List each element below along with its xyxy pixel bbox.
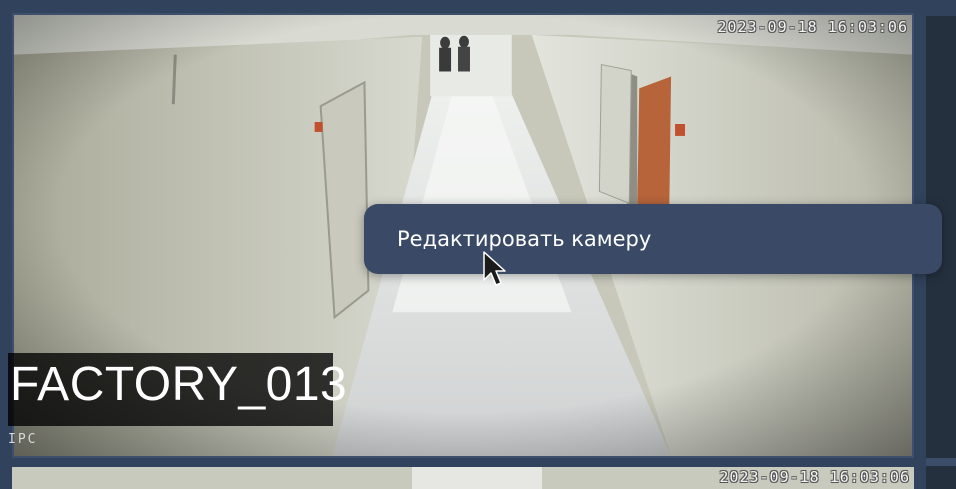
camera-name: FACTORY_013 [10, 358, 348, 411]
context-menu: Редактировать камеру [364, 204, 942, 274]
grid-divider [926, 458, 956, 466]
edit-camera-menu-item[interactable]: Редактировать камеру [364, 204, 942, 274]
camera-type: IPC [8, 432, 38, 447]
mouse-cursor-icon [483, 251, 506, 286]
camera-timestamp: 2023-09-18 16:03:06 [717, 18, 908, 36]
camera-tile-next[interactable]: 2023-09-18 16:03:06 [12, 467, 914, 489]
camera-timestamp: 2023-09-18 16:03:06 [719, 468, 910, 486]
camera-name-label: FACTORY_013 [8, 353, 347, 426]
